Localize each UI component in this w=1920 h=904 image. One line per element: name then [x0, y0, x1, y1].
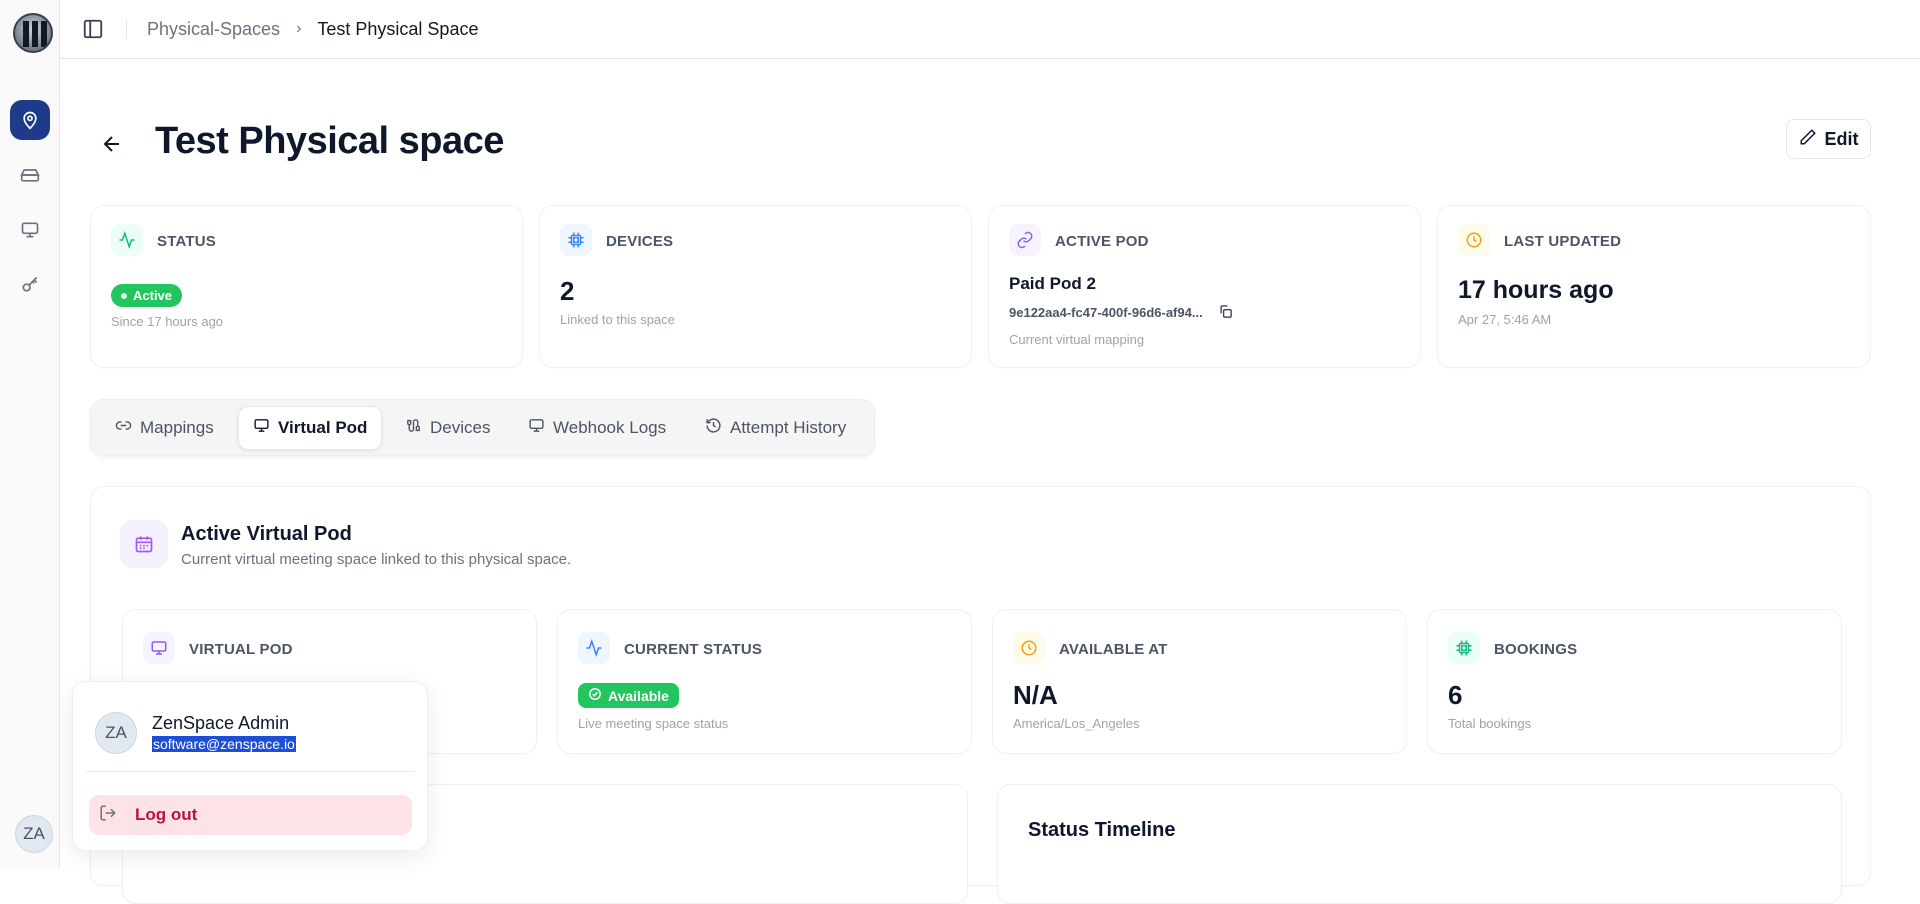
- current-status-label: CURRENT STATUS: [624, 641, 763, 658]
- sidebar-toggle-icon[interactable]: [82, 18, 104, 40]
- user-menu-popup: ZA ZenSpace Admin software@zenspace.io L…: [72, 681, 428, 851]
- status-card: STATUS Active Since 17 hours ago: [90, 205, 523, 368]
- section-subtitle: Current virtual meeting space linked to …: [181, 551, 572, 568]
- active-pod-label: ACTIVE POD: [1055, 233, 1149, 250]
- tab-virtual-pod[interactable]: Virtual Pod: [238, 406, 383, 450]
- monitor-icon: [253, 417, 270, 439]
- available-text: Available: [608, 687, 669, 704]
- tab-mappings[interactable]: Mappings: [101, 406, 228, 450]
- bookings-card: BOOKINGS 6 Total bookings: [1427, 609, 1842, 754]
- logout-button[interactable]: Log out: [89, 795, 412, 835]
- current-status-sub: Live meeting space status: [578, 716, 729, 731]
- link-icon: [1009, 224, 1041, 256]
- breadcrumb-parent[interactable]: Physical-Spaces: [147, 19, 280, 40]
- active-pod-sub: Current virtual mapping: [1009, 332, 1145, 347]
- user-name: ZenSpace Admin: [152, 713, 290, 733]
- avatar: ZA: [95, 712, 137, 754]
- chip-icon: [1448, 632, 1480, 664]
- location-pin-icon[interactable]: [10, 100, 50, 140]
- tab-webhook-logs[interactable]: Webhook Logs: [514, 406, 680, 450]
- available-at-card: AVAILABLE AT N/A America/Los_Angeles: [992, 609, 1407, 754]
- section-title: Active Virtual Pod: [181, 523, 352, 545]
- divider: [126, 19, 127, 39]
- active-pod-name: Paid Pod 2: [1009, 274, 1096, 293]
- edit-button[interactable]: Edit: [1786, 119, 1871, 159]
- hard-drive-icon[interactable]: [10, 155, 50, 195]
- chip-icon: [560, 224, 592, 256]
- active-pod-id: 9e122aa4-fc47-400f-96d6-af94...: [1009, 305, 1203, 320]
- last-updated-label: LAST UPDATED: [1504, 233, 1622, 250]
- monitor-icon[interactable]: [10, 210, 50, 250]
- tab-label: Attempt History: [730, 418, 847, 437]
- status-label: STATUS: [157, 233, 216, 250]
- tab-devices[interactable]: Devices: [391, 406, 504, 450]
- devices-count: 2: [560, 276, 575, 306]
- check-circle-icon: [588, 687, 602, 704]
- status-timeline-card: Status Timeline: [997, 784, 1842, 904]
- available-at-value: N/A: [1013, 680, 1058, 710]
- current-status-card: CURRENT STATUS Available Live meeting sp…: [557, 609, 972, 754]
- tab-label: Mappings: [140, 418, 214, 437]
- top-bar: Physical-Spaces › Test Physical Space: [60, 0, 1920, 59]
- breadcrumb-current: Test Physical Space: [317, 18, 479, 39]
- back-arrow-icon[interactable]: [100, 132, 124, 156]
- tab-attempt-history[interactable]: Attempt History: [691, 406, 860, 450]
- available-badge: Available: [578, 683, 679, 708]
- clock-icon: [1458, 224, 1490, 256]
- status-badge: Active: [111, 284, 183, 307]
- status-timeline-title: Status Timeline: [1028, 819, 1176, 841]
- bookings-label: BOOKINGS: [1494, 641, 1578, 658]
- pencil-icon: [1799, 128, 1817, 151]
- history-icon: [705, 417, 722, 439]
- tab-label: Virtual Pod: [278, 418, 368, 437]
- monitor-icon: [143, 632, 175, 664]
- status-sub: Since 17 hours ago: [111, 314, 224, 329]
- tab-label: Webhook Logs: [553, 418, 667, 437]
- available-at-label: AVAILABLE AT: [1059, 641, 1168, 658]
- sidebar: ZA: [0, 0, 60, 868]
- devices-card: DEVICES 2 Linked to this space: [539, 205, 972, 368]
- activity-icon: [578, 632, 610, 664]
- clock-icon: [1013, 632, 1045, 664]
- app-logo[interactable]: [13, 13, 53, 53]
- user-avatar[interactable]: ZA: [15, 815, 53, 853]
- tab-label: Devices: [430, 418, 491, 437]
- logout-label: Log out: [135, 805, 198, 824]
- chevron-right-icon: ›: [296, 20, 302, 37]
- monitor-icon: [528, 417, 545, 439]
- user-email[interactable]: software@zenspace.io: [152, 736, 296, 752]
- last-updated-value: 17 hours ago: [1458, 276, 1614, 304]
- edit-label: Edit: [1824, 128, 1859, 149]
- devices-label: DEVICES: [606, 233, 674, 250]
- page-title: Test Physical space: [155, 120, 504, 162]
- available-at-sub: America/Los_Angeles: [1013, 716, 1140, 731]
- last-updated-card: LAST UPDATED 17 hours ago Apr 27, 5:46 A…: [1437, 205, 1871, 368]
- bookings-value: 6: [1448, 680, 1463, 710]
- devices-sub: Linked to this space: [560, 312, 675, 327]
- tab-bar: Mappings Virtual Pod Devices Webhook Log…: [90, 399, 875, 456]
- last-updated-sub: Apr 27, 5:46 AM: [1458, 312, 1552, 327]
- bookings-sub: Total bookings: [1448, 716, 1532, 731]
- copy-icon[interactable]: [1218, 304, 1234, 320]
- activity-icon: [111, 224, 143, 256]
- virtual-pod-label: VIRTUAL POD: [189, 641, 293, 658]
- active-pod-card: ACTIVE POD Paid Pod 2 9e122aa4-fc47-400f…: [988, 205, 1421, 368]
- logout-icon: [99, 804, 117, 827]
- key-icon[interactable]: [10, 265, 50, 305]
- cable-icon: [405, 417, 422, 439]
- divider: [85, 771, 415, 772]
- link-icon: [115, 417, 132, 439]
- calendar-icon: [120, 520, 168, 568]
